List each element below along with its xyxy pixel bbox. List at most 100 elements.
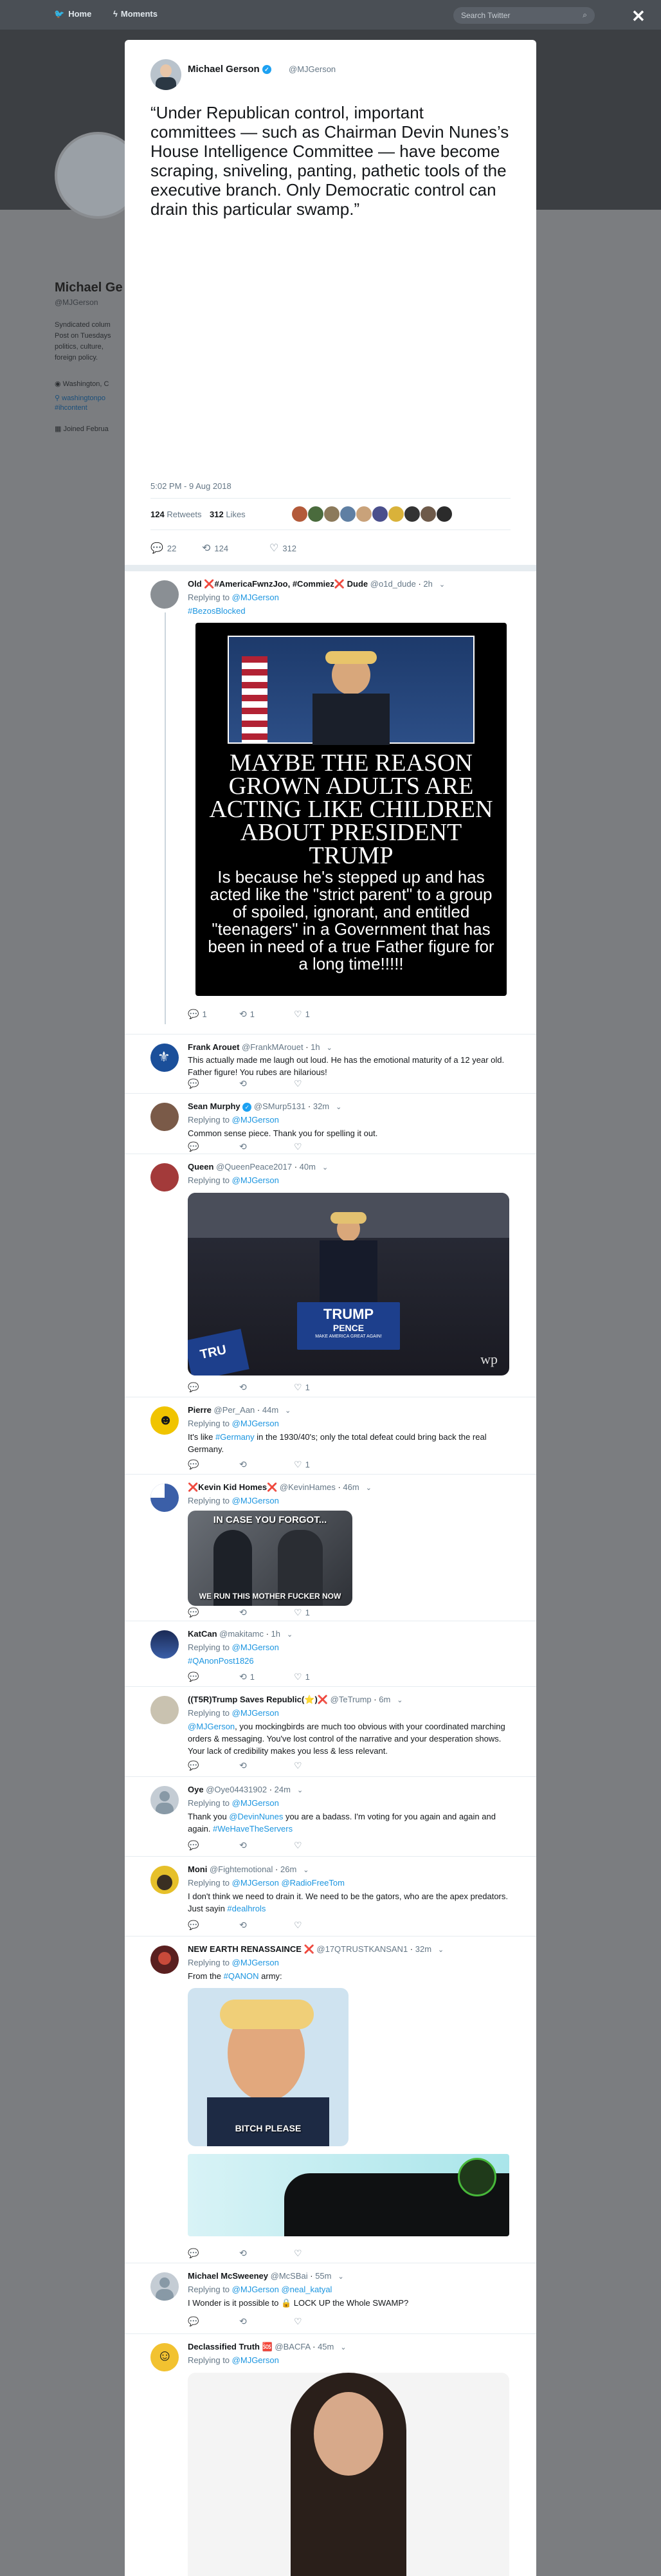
like-button[interactable]: ♡ 1 (294, 1009, 310, 1020)
hashtag-link[interactable]: #Germany (215, 1432, 255, 1442)
author-handle[interactable]: @MJGerson (289, 64, 336, 74)
retweet-button[interactable]: ⟲ (239, 1920, 250, 1931)
hashtag-link[interactable]: #QANON (224, 1971, 259, 1981)
likes-stat[interactable]: 312 Likes (210, 510, 246, 519)
like-button[interactable]: ♡ 1 (294, 1671, 310, 1682)
like-button[interactable]: ♡ (294, 1840, 305, 1851)
chevron-down-icon[interactable]: ⌄ (439, 581, 445, 589)
retweet-button[interactable]: ⟲ 1 (239, 1671, 255, 1682)
like-button[interactable]: ♡ (294, 1141, 305, 1152)
liker-avatar[interactable] (292, 506, 307, 522)
reply-author-handle[interactable]: @Per_Aan (214, 1405, 255, 1415)
reply-author-name[interactable]: NEW EARTH RENASSAINCE ❌ (188, 1944, 314, 1954)
replying-to-link[interactable]: @MJGerson (232, 593, 279, 602)
author-avatar[interactable] (150, 59, 181, 90)
chevron-down-icon[interactable]: ⌄ (287, 1631, 293, 1639)
hashtag-link[interactable]: #WeHaveTheServers (213, 1824, 293, 1834)
reply-button[interactable]: 💬 (188, 1382, 202, 1393)
like-button[interactable]: ♡ (294, 2316, 305, 2327)
nav-moments[interactable]: ϟ Moments (113, 9, 158, 19)
retweet-button[interactable]: ⟲ (239, 1459, 250, 1470)
reply-time[interactable]: 24m (275, 1785, 291, 1794)
reply-button[interactable]: 💬 (188, 1920, 202, 1931)
reply-avatar[interactable]: ☺ (150, 2343, 179, 2371)
reply-author-handle[interactable]: @BACFA (275, 2342, 310, 2351)
tweet-timestamp[interactable]: 5:02 PM - 9 Aug 2018 (150, 481, 231, 491)
reply-author-name[interactable]: Queen (188, 1162, 213, 1172)
chevron-down-icon[interactable]: ⌄ (327, 1044, 332, 1052)
reply-avatar[interactable]: ☻ (150, 1406, 179, 1435)
reply-author-name[interactable]: ((T5R)Trump Saves Republic(⭐)❌ (188, 1695, 328, 1704)
nav-home[interactable]: 🐦 Home (54, 9, 91, 19)
reply-avatar[interactable] (150, 1630, 179, 1659)
reply-button[interactable]: 💬 (188, 2316, 202, 2327)
reply-author-name[interactable]: ❌Kevin Kid Homes❌ (188, 1482, 277, 1492)
chevron-down-icon[interactable]: ⌄ (340, 2344, 346, 2351)
reply-author-handle[interactable]: @Fightemotional (210, 1864, 273, 1874)
reply-author-handle[interactable]: @SMurp5131 (254, 1101, 305, 1111)
like-button[interactable]: ♡ (294, 2248, 305, 2259)
reply-time[interactable]: 6m (379, 1695, 390, 1704)
reply-avatar[interactable] (150, 2272, 179, 2301)
retweet-button[interactable]: ⟲ (239, 1607, 250, 1618)
like-button[interactable]: ♡ (294, 1760, 305, 1771)
chevron-down-icon[interactable]: ⌄ (285, 1407, 291, 1415)
replying-to-link[interactable]: @MJGerson (232, 1708, 279, 1718)
retweet-button[interactable]: ⟲ (239, 1760, 250, 1771)
reply-avatar[interactable]: ⚜ (150, 1044, 179, 1072)
replying-to-link[interactable]: @RadioFreeTom (281, 1878, 344, 1888)
reply-author-handle[interactable]: @McSBai (271, 2271, 308, 2281)
chevron-down-icon[interactable]: ⌄ (297, 1787, 303, 1794)
liker-avatar[interactable] (404, 506, 420, 522)
reply-avatar[interactable] (150, 1696, 179, 1724)
reply-author-handle[interactable]: @17QTRUSTKANSAN1 (316, 1944, 408, 1954)
reply-button[interactable]: 💬 22 (150, 542, 176, 555)
liker-avatar[interactable] (388, 506, 404, 522)
reply-meme-image-2[interactable] (188, 2154, 509, 2236)
reply-time[interactable]: 2h (423, 579, 432, 589)
liker-avatar[interactable] (437, 506, 452, 522)
reply-author-name[interactable]: Michael McSweeney (188, 2271, 268, 2281)
retweet-button[interactable]: ⟲ 1 (239, 1009, 255, 1020)
like-button[interactable]: ♡ 1 (294, 1382, 310, 1393)
reply-avatar[interactable] (150, 1103, 179, 1131)
close-icon[interactable]: ✕ (631, 6, 646, 26)
liker-avatar[interactable] (421, 506, 436, 522)
chevron-down-icon[interactable]: ⌄ (438, 1946, 444, 1954)
reply-time[interactable]: 1h (311, 1042, 320, 1052)
reply-author-name[interactable]: Moni (188, 1864, 207, 1874)
retweet-button[interactable]: ⟲ (239, 2316, 250, 2327)
mention-link[interactable]: @DevinNunes (229, 1812, 283, 1821)
reply-author-name[interactable]: Sean Murphy (188, 1101, 240, 1111)
like-button[interactable]: ♡ 312 (269, 542, 296, 555)
reply-photo[interactable] (188, 2373, 509, 2576)
reply-button[interactable]: 💬 (188, 1607, 202, 1618)
reply-meme-image[interactable]: MAYBE THE REASON GROWN ADULTS ARE ACTING… (195, 623, 507, 996)
reply-author-name[interactable]: Declassified Truth 🆘 (188, 2342, 273, 2351)
reply-time[interactable]: 32m (313, 1101, 329, 1111)
replying-to-link[interactable]: @MJGerson (232, 1878, 279, 1888)
replying-to-link[interactable]: @neal_katyal (281, 2285, 332, 2294)
replying-to-link[interactable]: @MJGerson (232, 1115, 279, 1125)
liker-avatar[interactable] (372, 506, 388, 522)
reply-author-handle[interactable]: @FrankMArouet (242, 1042, 303, 1052)
reply-avatar[interactable] (150, 1484, 179, 1512)
like-button[interactable]: ♡ (294, 1078, 305, 1089)
reply-button[interactable]: 💬 (188, 1840, 202, 1851)
reply-author-name[interactable]: Old ❌#AmericaFwnzJoo, #Commiez❌ Dude (188, 579, 368, 589)
reply-author-handle[interactable]: @o1d_dude (370, 579, 416, 589)
reply-time[interactable]: 46m (343, 1482, 359, 1492)
like-button[interactable]: ♡ 1 (294, 1459, 310, 1470)
hashtag-link[interactable]: #QAnonPost1826 (188, 1656, 254, 1666)
replying-to-link[interactable]: @MJGerson (232, 1175, 279, 1185)
chevron-down-icon[interactable]: ⌄ (303, 1866, 309, 1874)
reply-button[interactable]: 💬 (188, 1141, 202, 1152)
replying-to-link[interactable]: @MJGerson (232, 1642, 279, 1652)
retweet-button[interactable]: ⟲ (239, 1382, 250, 1393)
reply-author-name[interactable]: Frank Arouet (188, 1042, 239, 1052)
retweet-button[interactable]: ⟲ 124 (202, 542, 228, 555)
reply-time[interactable]: 40m (300, 1162, 316, 1172)
reply-button[interactable]: 💬 (188, 1671, 202, 1682)
liker-avatar[interactable] (356, 506, 372, 522)
reply-time[interactable]: 44m (262, 1405, 278, 1415)
